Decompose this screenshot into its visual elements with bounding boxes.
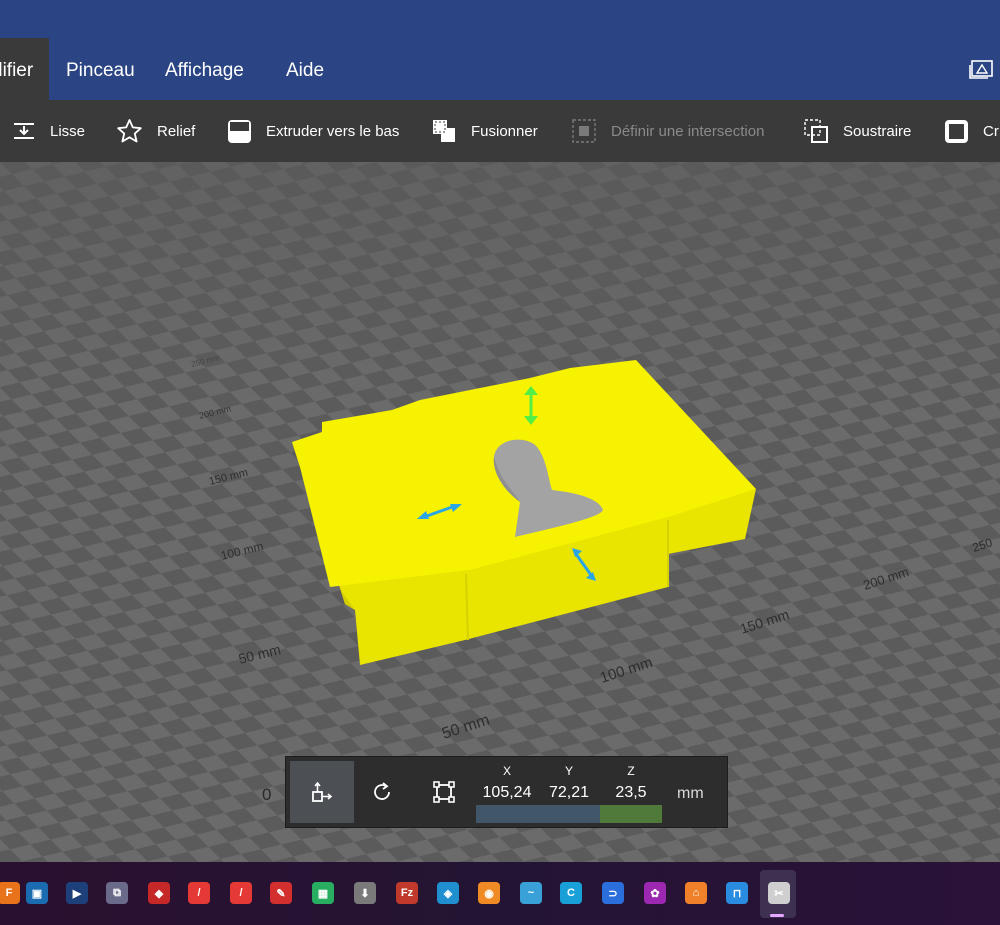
- coord-x[interactable]: X 105,24: [476, 757, 538, 827]
- move-mode-button[interactable]: [290, 761, 354, 823]
- c-app-icon[interactable]: C: [560, 882, 582, 904]
- create-label: Cr: [983, 122, 999, 140]
- merge-label: Fusionner: [471, 122, 538, 140]
- video-editor-icon[interactable]: ▶: [66, 882, 88, 904]
- acrobat-icon[interactable]: ✎: [270, 882, 292, 904]
- merge-button[interactable]: Fusionner: [432, 100, 538, 162]
- move-icon: [312, 781, 333, 802]
- star-icon: [117, 119, 142, 143]
- extrude-down-button[interactable]: Extruder vers le bas: [227, 100, 399, 162]
- intersect-label: Définir une intersection: [611, 122, 765, 140]
- palm-icon[interactable]: ✿: [644, 882, 666, 904]
- rotate-icon: [374, 782, 390, 800]
- subtract-label: Soustraire: [843, 122, 912, 140]
- taskbar: F ▣ ▶ ⧉ ◆ / / ✎ ▦ ⬇ Fz ◈ ◉ ~ C ⊃ ✿ ⌂ ⊓ ✂: [0, 862, 1000, 925]
- relief-label: Relief: [157, 122, 196, 140]
- menu-pinceau[interactable]: Pinceau: [50, 38, 151, 100]
- coord-y-value[interactable]: 72,21: [538, 784, 600, 802]
- subtract-icon: [804, 118, 828, 143]
- coord-z[interactable]: Z 23,5: [600, 757, 662, 827]
- orange-app-icon[interactable]: ⌂: [685, 882, 707, 904]
- coord-x-value[interactable]: 105,24: [476, 784, 538, 802]
- coord-z-value[interactable]: 23,5: [600, 784, 662, 802]
- transform-panel: X 105,24 Y 72,21 Z 23,5 mm: [285, 756, 728, 828]
- coord-y-label: Y: [564, 764, 573, 778]
- subtract-button[interactable]: Soustraire: [804, 100, 911, 162]
- kodi-icon[interactable]: ◈: [437, 882, 459, 904]
- toolbar: Lisse Relief Extruder vers le bas Fusion…: [0, 100, 1000, 162]
- app-red-icon[interactable]: ◆: [148, 882, 170, 904]
- intersect-icon: [572, 118, 596, 143]
- scale-icon: [433, 781, 455, 803]
- pen-red-icon[interactable]: /: [188, 882, 210, 904]
- smooth-icon: [14, 123, 34, 139]
- taskbar-active-indicator: [770, 914, 784, 917]
- menu-modifier[interactable]: difier: [0, 38, 50, 100]
- merge-icon: [433, 119, 455, 142]
- canvas-icon[interactable]: [968, 58, 994, 80]
- green-grid-icon[interactable]: ▦: [312, 882, 334, 904]
- filezilla-icon[interactable]: Fz: [396, 882, 418, 904]
- network-icon[interactable]: ⧉: [106, 882, 128, 904]
- intersect-button[interactable]: Définir une intersection: [572, 100, 764, 162]
- sketchup-icon[interactable]: ▣: [26, 882, 48, 904]
- extrude-down-icon: [228, 119, 251, 143]
- origin-label: 0: [262, 785, 271, 804]
- dolphin-icon[interactable]: ~: [520, 882, 542, 904]
- coord-y-bar: [538, 805, 600, 823]
- installer-icon[interactable]: ⬇: [354, 882, 376, 904]
- menu-aide[interactable]: Aide: [270, 38, 340, 100]
- smooth-button[interactable]: Lisse: [12, 100, 85, 162]
- app-orange-icon[interactable]: ◉: [478, 882, 500, 904]
- 3d-builder-icon[interactable]: ⊓: [726, 882, 748, 904]
- rotate-mode-button[interactable]: [350, 761, 414, 823]
- scale-mode-button[interactable]: [412, 761, 476, 823]
- title-bar: [0, 0, 1000, 38]
- coord-y[interactable]: Y 72,21: [538, 757, 600, 827]
- pen-red-2-icon[interactable]: /: [230, 882, 252, 904]
- smooth-label: Lisse: [50, 122, 86, 140]
- snip-icon[interactable]: ✂: [768, 882, 790, 904]
- create-icon: [945, 119, 968, 143]
- coord-z-label: Z: [627, 764, 635, 778]
- coord-x-label: X: [502, 764, 511, 778]
- menu-bar: difier Pinceau Affichage Aide: [0, 38, 1000, 100]
- relief-button[interactable]: Relief: [116, 100, 195, 162]
- fusion-icon[interactable]: F: [0, 882, 20, 904]
- create-button[interactable]: Cr: [944, 100, 999, 162]
- coord-z-bar: [600, 805, 662, 823]
- coord-x-bar: [476, 805, 538, 823]
- extrude-down-label: Extruder vers le bas: [266, 122, 400, 140]
- menu-affichage[interactable]: Affichage: [149, 38, 260, 100]
- app-window: difier Pinceau Affichage Aide Lisse Reli…: [0, 0, 1000, 925]
- switch-icon[interactable]: ⊃: [602, 882, 624, 904]
- unit-selector[interactable]: mm: [677, 785, 704, 803]
